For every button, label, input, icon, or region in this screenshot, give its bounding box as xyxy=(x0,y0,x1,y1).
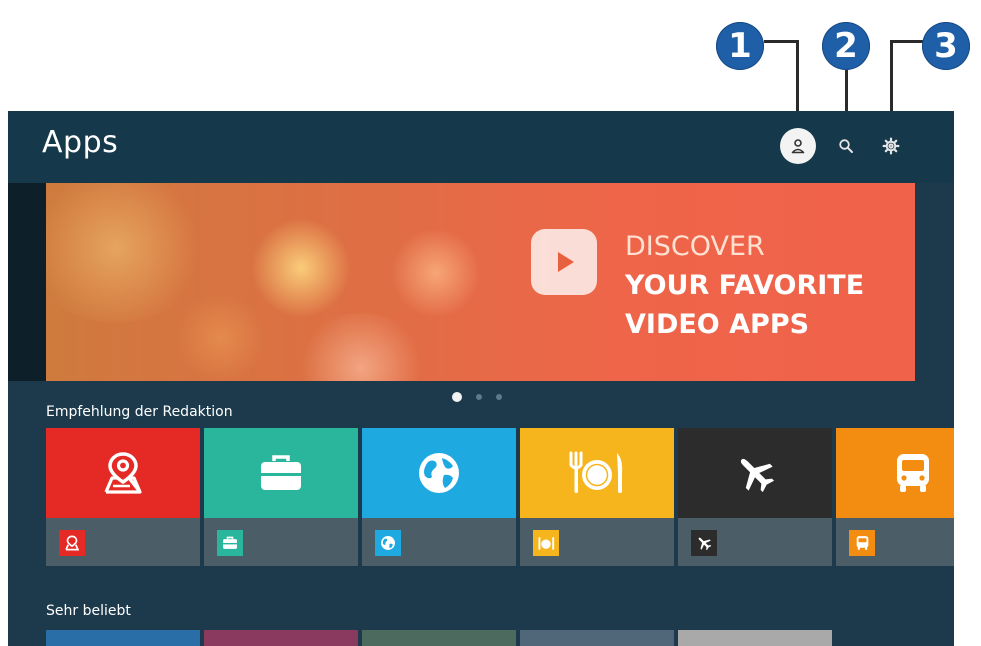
callout-1-leader-h xyxy=(764,40,798,43)
app-tile[interactable] xyxy=(836,630,954,646)
tv-apps-screen: Apps DISCOVER YOUR FAVORITE VIDEO APPS E… xyxy=(8,111,954,646)
dining-icon xyxy=(538,536,555,550)
callout-marker-2: 2 xyxy=(822,22,870,70)
banner-page-indicator xyxy=(452,392,502,402)
editors-pick-row xyxy=(46,428,954,566)
map-pin-icon xyxy=(104,452,142,494)
settings-gear-icon xyxy=(882,137,900,155)
globe-icon xyxy=(419,453,459,493)
app-tile[interactable] xyxy=(204,630,358,646)
app-tile[interactable] xyxy=(678,630,832,646)
app-tile[interactable] xyxy=(836,428,954,566)
callout-marker-1: 1 xyxy=(716,22,764,70)
app-tile[interactable] xyxy=(362,428,516,566)
search-button[interactable] xyxy=(828,128,864,164)
airplane-icon xyxy=(740,458,775,493)
banner-previous-edge xyxy=(8,183,46,381)
callout-3-leader-h xyxy=(890,40,924,43)
app-mini-badge xyxy=(59,530,85,556)
settings-button[interactable] xyxy=(873,128,909,164)
page-dot[interactable] xyxy=(476,394,482,400)
account-icon xyxy=(791,139,805,154)
briefcase-icon xyxy=(261,455,301,490)
search-icon xyxy=(839,139,853,153)
bus-icon xyxy=(897,454,929,492)
app-mini-badge xyxy=(217,530,243,556)
globe-icon xyxy=(381,536,395,550)
account-button[interactable] xyxy=(780,128,816,164)
bokeh-light xyxy=(251,218,351,318)
play-icon xyxy=(558,252,574,272)
popular-row xyxy=(46,630,954,646)
page-dot-active[interactable] xyxy=(452,392,462,402)
app-tile-art xyxy=(678,428,832,518)
banner-line-2: YOUR FAVORITE xyxy=(625,270,865,301)
bokeh-light xyxy=(46,183,206,323)
dining-icon xyxy=(569,451,623,493)
app-mini-badge xyxy=(375,530,401,556)
map-pin-icon xyxy=(65,535,80,551)
briefcase-icon xyxy=(223,536,237,549)
page-title: Apps xyxy=(42,125,119,160)
app-tile-art xyxy=(46,428,200,518)
app-tile[interactable] xyxy=(362,630,516,646)
bus-icon xyxy=(856,536,868,550)
app-tile[interactable] xyxy=(520,630,674,646)
bokeh-light xyxy=(391,228,481,318)
app-mini-badge xyxy=(691,530,717,556)
app-tile[interactable] xyxy=(678,428,832,566)
app-mini-badge xyxy=(533,530,559,556)
featured-banner[interactable]: DISCOVER YOUR FAVORITE VIDEO APPS xyxy=(46,183,915,381)
app-tile-art xyxy=(204,428,358,518)
play-tile xyxy=(531,229,597,295)
banner-line-3: VIDEO APPS xyxy=(625,309,810,340)
app-tile[interactable] xyxy=(204,428,358,566)
top-bar: Apps xyxy=(8,111,954,183)
app-tile[interactable] xyxy=(46,630,200,646)
section-title-editors-pick: Empfehlung der Redaktion xyxy=(46,404,233,420)
bokeh-light xyxy=(176,293,266,381)
airplane-icon xyxy=(698,537,712,551)
section-title-popular: Sehr beliebt xyxy=(46,603,131,619)
callout-marker-3: 3 xyxy=(922,22,970,70)
banner-next-edge xyxy=(915,183,954,381)
banner-headline: DISCOVER YOUR FAVORITE VIDEO APPS xyxy=(625,227,864,344)
banner-line-1: DISCOVER xyxy=(625,231,765,262)
app-tile-art xyxy=(836,428,954,518)
bokeh-light xyxy=(296,313,426,381)
app-mini-badge xyxy=(849,530,875,556)
app-tile-art xyxy=(520,428,674,518)
app-tile-art xyxy=(362,428,516,518)
app-tile[interactable] xyxy=(46,428,200,566)
page-dot[interactable] xyxy=(496,394,502,400)
app-tile[interactable] xyxy=(520,428,674,566)
